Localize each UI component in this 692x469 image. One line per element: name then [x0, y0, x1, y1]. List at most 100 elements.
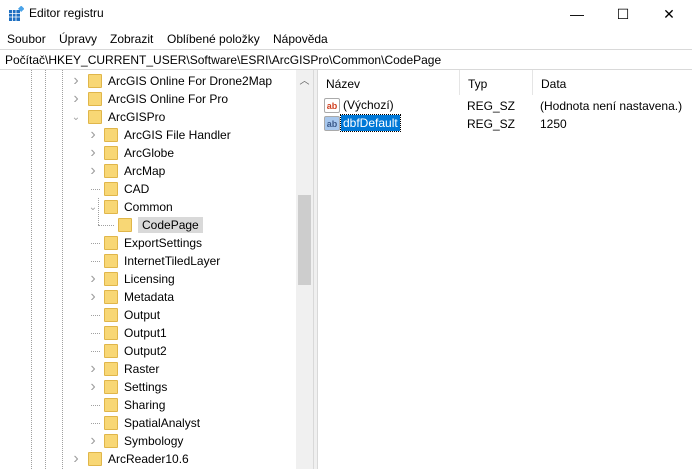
tree-item[interactable]: ArcGIS Online For Drone2Map [88, 72, 272, 90]
minimize-button[interactable]: — [554, 0, 600, 28]
folder-icon [104, 146, 118, 160]
tree-item-label: CAD [124, 182, 150, 196]
tree-item-label: Common [124, 200, 173, 214]
tree-item[interactable]: Raster [104, 360, 159, 378]
folder-icon [104, 398, 118, 412]
chevron-right-icon[interactable]: › [88, 162, 98, 180]
chevron-down-icon[interactable]: ⌄ [88, 198, 98, 216]
folder-icon [88, 110, 102, 124]
tree-item[interactable]: ArcGlobe [104, 144, 174, 162]
tree-item[interactable]: InternetTiledLayer [104, 252, 220, 270]
tree-item[interactable]: Output1 [104, 324, 167, 342]
folder-icon [104, 272, 118, 286]
tree-item[interactable]: CAD [104, 180, 149, 198]
tree-item-label: Raster [124, 362, 160, 376]
menu-bar: Soubor Úpravy Zobrazit Oblíbené položky … [0, 29, 692, 49]
folder-icon [88, 452, 102, 466]
tree-item[interactable]: ArcGISPro [88, 108, 165, 126]
tree-item-label: ArcMap [124, 164, 166, 178]
chevron-right-icon[interactable]: › [88, 432, 98, 450]
column-header-data[interactable]: Data [533, 70, 692, 95]
tree-item[interactable]: ArcMap [104, 162, 165, 180]
value-type: REG_SZ [467, 99, 516, 113]
value-name: (Výchozí) [343, 98, 394, 112]
value-data: (Hodnota není nastavena.) [540, 99, 683, 113]
tree-item[interactable]: Common [104, 198, 173, 216]
tree-item[interactable]: ArcGIS Online For Pro [88, 90, 228, 108]
folder-icon [88, 92, 102, 106]
folder-icon [104, 128, 118, 142]
folder-icon [104, 380, 118, 394]
tree-item[interactable]: Sharing [104, 396, 165, 414]
tree-item-label: ArcGISPro [108, 110, 166, 124]
value-data: 1250 [540, 117, 567, 131]
values-list[interactable]: Název Typ Data ab (Výchozí) REG_SZ (Hodn… [318, 70, 692, 469]
tree-item-label: ArcGlobe [124, 146, 175, 160]
column-header-nazev[interactable]: Název [318, 70, 460, 95]
tree-item-label: Sharing [124, 398, 166, 412]
tree-guide-line [98, 225, 114, 226]
folder-icon [104, 290, 118, 304]
folder-icon [104, 308, 118, 322]
tree-item-label: ArcGIS Online For Pro [108, 92, 229, 106]
tree-item[interactable]: SpatialAnalyst [104, 414, 200, 432]
chevron-right-icon[interactable]: › [88, 360, 98, 378]
chevron-right-icon[interactable]: › [71, 450, 81, 468]
close-button[interactable]: ✕ [646, 0, 692, 28]
tree-item[interactable]: Output2 [104, 342, 167, 360]
chevron-right-icon[interactable]: › [88, 126, 98, 144]
tree-guide-line [91, 423, 100, 424]
chevron-right-icon[interactable]: › [88, 144, 98, 162]
chevron-right-icon[interactable]: › [71, 72, 81, 90]
tree-item[interactable]: ArcReader10.6 [88, 450, 189, 468]
tree-item[interactable]: Output [104, 306, 160, 324]
tree-item[interactable]: Symbology [104, 432, 183, 450]
column-header-typ[interactable]: Typ [460, 70, 533, 95]
chevron-right-icon[interactable]: › [88, 378, 98, 396]
title-bar: Editor registru — ☐ ✕ [0, 0, 692, 28]
scroll-up-arrow-icon[interactable]: ︿ [296, 72, 313, 87]
menu-zobrazit[interactable]: Zobrazit [110, 32, 153, 46]
tree-item[interactable]: ExportSettings [104, 234, 202, 252]
value-type: REG_SZ [467, 117, 516, 131]
tree-item-label: ArcGIS Online For Drone2Map [108, 74, 273, 88]
chevron-right-icon[interactable]: › [71, 90, 81, 108]
tree-item-label: Symbology [124, 434, 184, 448]
chevron-right-icon[interactable]: › [88, 270, 98, 288]
chevron-down-icon[interactable]: ⌄ [71, 108, 81, 126]
tree-item[interactable]: Metadata [104, 288, 174, 306]
tree-item[interactable]: Settings [104, 378, 167, 396]
value-row[interactable]: ab dbfDefault REG_SZ 1250 [318, 114, 692, 133]
tree-item[interactable]: ArcGIS File Handler [104, 126, 231, 144]
folder-icon [118, 218, 132, 232]
tree-guide-line [45, 70, 46, 469]
folder-icon [88, 74, 102, 88]
tree-scrollbar[interactable]: ︿ [296, 70, 313, 469]
address-bar[interactable]: Počítač\HKEY_CURRENT_USER\Software\ESRI\… [0, 49, 692, 70]
tree-item-label: ExportSettings [124, 236, 203, 250]
tree-guide-line [91, 315, 100, 316]
folder-icon [104, 182, 118, 196]
tree-item-label: Output [124, 308, 161, 322]
tree-guide-line [91, 261, 100, 262]
folder-icon [104, 236, 118, 250]
folder-icon [104, 254, 118, 268]
tree-item-label: InternetTiledLayer [124, 254, 221, 268]
menu-upravy[interactable]: Úpravy [59, 32, 97, 46]
tree-item[interactable]: CodePage [118, 216, 203, 234]
chevron-right-icon[interactable]: › [88, 288, 98, 306]
maximize-button[interactable]: ☐ [600, 0, 646, 28]
menu-oblibene-polozky[interactable]: Oblíbené položky [167, 32, 260, 46]
menu-soubor[interactable]: Soubor [7, 32, 46, 46]
tree-guide-line [91, 333, 100, 334]
tree-item[interactable]: Licensing [104, 270, 175, 288]
tree-item-label: Licensing [124, 272, 175, 286]
registry-tree[interactable]: › ArcGIS Online For Drone2Map › ArcGIS Onli… [0, 70, 313, 469]
tree-item-label: CodePage [138, 217, 203, 233]
value-row[interactable]: ab (Výchozí) REG_SZ (Hodnota není nastav… [318, 97, 692, 115]
scrollbar-thumb[interactable] [298, 195, 311, 285]
tree-item-label: Output1 [124, 326, 167, 340]
tree-item-label: ArcGIS File Handler [124, 128, 231, 142]
menu-napoveda[interactable]: Nápověda [273, 32, 328, 46]
window-title: Editor registru [29, 6, 104, 20]
